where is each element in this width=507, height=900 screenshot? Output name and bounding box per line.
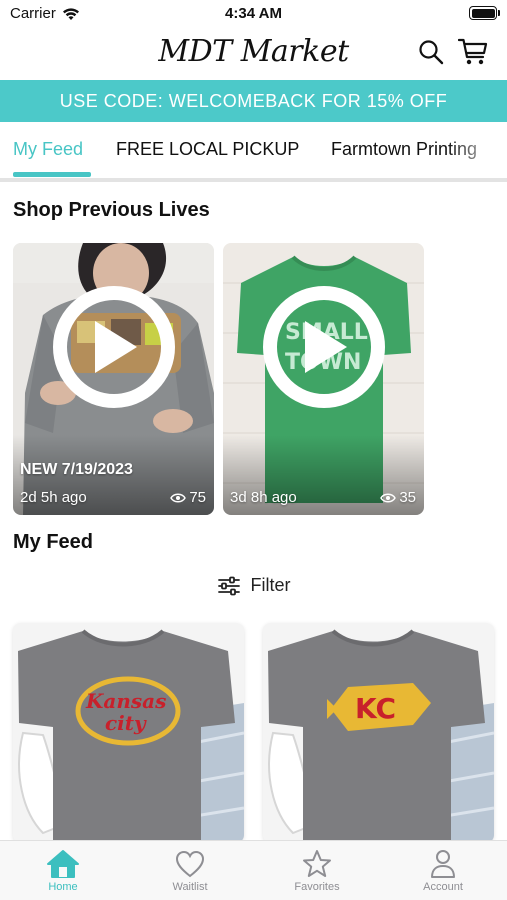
live-view-count: 35 — [399, 489, 416, 506]
play-icon — [94, 321, 137, 373]
bottom-tab-bar: Home Waitlist Favorites Account — [0, 840, 507, 900]
person-icon — [431, 850, 455, 878]
search-button[interactable] — [415, 36, 447, 68]
product-card[interactable]: KC — [263, 623, 494, 843]
filter-sliders-icon — [217, 576, 240, 595]
home-icon — [47, 850, 79, 878]
nav-favorites-label: Favorites — [294, 881, 340, 893]
nav-waitlist-label: Waitlist — [172, 881, 208, 893]
nav-home-label: Home — [48, 881, 78, 893]
svg-text:city: city — [105, 711, 147, 735]
play-button[interactable] — [262, 286, 385, 408]
product-card[interactable]: Kansas city — [13, 623, 244, 843]
star-icon — [303, 850, 331, 877]
my-feed-heading: My Feed — [13, 531, 94, 553]
cart-icon — [458, 38, 488, 65]
previous-lives-heading: Shop Previous Lives — [13, 199, 210, 221]
product-image: Kansas city — [13, 623, 244, 843]
live-views: 35 — [380, 489, 416, 506]
filter-button[interactable]: Filter — [0, 575, 507, 596]
search-icon — [419, 40, 444, 65]
svg-text:Kansas: Kansas — [85, 689, 166, 713]
live-time-ago: 3d 8h ago — [230, 489, 297, 506]
promo-text: USE CODE: WELCOMEBACK FOR 15% OFF — [59, 90, 448, 111]
play-button[interactable] — [52, 286, 175, 408]
app-header: MDT Market — [0, 28, 507, 78]
eye-icon — [170, 493, 187, 502]
product-image: KC — [263, 623, 494, 843]
cart-button[interactable] — [457, 36, 489, 68]
heart-icon — [175, 850, 205, 878]
active-tab-indicator — [13, 172, 91, 177]
live-time-ago: 2d 5h ago — [20, 489, 87, 506]
tabs-divider — [0, 178, 507, 182]
nav-account-label: Account — [423, 881, 463, 893]
promo-banner[interactable]: USE CODE: WELCOMEBACK FOR 15% OFF — [0, 80, 507, 122]
category-tabs: My Feed FREE LOCAL PICKUP Farmtown Print… — [0, 124, 507, 180]
live-tag: NEW 7/19/2023 — [20, 461, 133, 478]
status-time: 4:34 AM — [225, 5, 282, 22]
status-bar: Carrier 4:34 AM — [0, 0, 507, 28]
filter-label: Filter — [250, 575, 291, 595]
svg-text:KC: KC — [355, 692, 396, 725]
nav-home[interactable]: Home — [13, 847, 113, 893]
live-card[interactable]: NEW 7/19/2023 2d 5h ago 75 — [13, 243, 214, 515]
live-view-count: 75 — [189, 489, 206, 506]
eye-icon — [380, 493, 397, 502]
nav-favorites[interactable]: Favorites — [267, 847, 367, 893]
live-views: 75 — [170, 489, 206, 506]
live-card[interactable]: SMALL TOWN 3d 8h ago 35 — [223, 243, 424, 515]
nav-account[interactable]: Account — [393, 847, 493, 893]
nav-waitlist[interactable]: Waitlist — [140, 847, 240, 893]
tab-free-local-pickup[interactable]: FREE LOCAL PICKUP — [116, 139, 299, 160]
battery-icon — [469, 6, 500, 20]
tab-my-feed[interactable]: My Feed — [13, 139, 83, 160]
play-icon — [304, 321, 347, 373]
